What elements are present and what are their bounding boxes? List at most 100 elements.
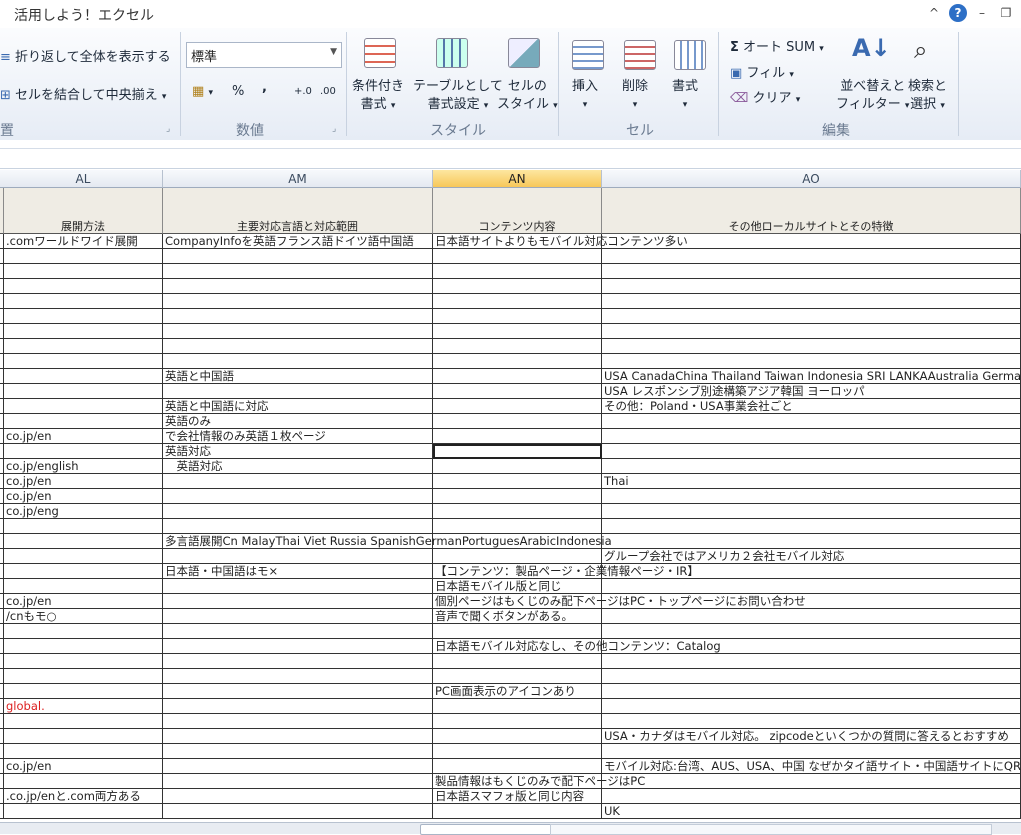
grid-cell[interactable]: co.jp/en <box>4 759 163 774</box>
sort-filter-button[interactable]: 並べ替えと フィルター ▾ <box>836 78 909 115</box>
grid-cell[interactable]: .comワールドワイド展開 <box>4 234 163 249</box>
grid-cell[interactable] <box>433 429 602 444</box>
grid-cell[interactable] <box>602 534 1021 549</box>
fill-button[interactable]: ▣ フィル ▾ <box>730 62 794 81</box>
grid-cell[interactable]: 英語と中国語 <box>163 369 433 384</box>
grid-cell[interactable] <box>602 429 1021 444</box>
grid-cell[interactable] <box>163 669 433 684</box>
grid-cell[interactable] <box>4 264 163 279</box>
grid-cell[interactable] <box>433 459 602 474</box>
grid-cell[interactable] <box>4 399 163 414</box>
grid-cell[interactable] <box>433 294 602 309</box>
comma-button[interactable]: , <box>262 80 267 95</box>
merge-center-button[interactable]: ⊞ セルを結合して中央揃え ▾ <box>0 84 166 103</box>
grid-cell[interactable] <box>602 654 1021 669</box>
grid-cell[interactable]: USA・カナダはモバイル対応。 zipcodeといくつかの質問に答えるとおすすめ <box>602 729 1021 744</box>
grid-cell[interactable] <box>602 279 1021 294</box>
grid-cell[interactable] <box>163 774 433 789</box>
grid-cell[interactable] <box>4 249 163 264</box>
grid-cell[interactable] <box>163 354 433 369</box>
grid-cell[interactable] <box>163 684 433 699</box>
grid-cell[interactable] <box>163 519 433 534</box>
grid-cell[interactable] <box>163 744 433 759</box>
help-icon[interactable]: ? <box>949 4 967 22</box>
grid-cell[interactable] <box>602 669 1021 684</box>
grid-cell[interactable] <box>433 714 602 729</box>
grid-cell[interactable] <box>433 744 602 759</box>
grid-cell[interactable]: 英語対応 <box>163 444 433 459</box>
grid-cell[interactable] <box>163 594 433 609</box>
grid-cell[interactable] <box>433 504 602 519</box>
grid-cell[interactable] <box>433 279 602 294</box>
grid-cell[interactable] <box>433 804 602 819</box>
grid-cell[interactable] <box>163 789 433 804</box>
grid-cell[interactable] <box>163 714 433 729</box>
grid-cell[interactable]: USA レスポンシブ別途構築アジア韓国 ヨーロッパ <box>602 384 1021 399</box>
grid-cell[interactable]: UK <box>602 804 1021 819</box>
format-as-table-button[interactable]: テーブルとして 書式設定 ▾ <box>413 78 503 115</box>
grid-cell[interactable] <box>4 549 163 564</box>
grid-cell[interactable]: 英語のみ <box>163 414 433 429</box>
grid-cell[interactable] <box>433 759 602 774</box>
grid-cell[interactable] <box>163 309 433 324</box>
grid-cell[interactable]: CompanyInfoを英語フランス語ドイツ語中国語 <box>163 234 433 249</box>
grid-cell[interactable] <box>163 339 433 354</box>
grid-cell[interactable]: 日本語サイトよりもモバイル対応コンテンツ多い <box>433 234 688 249</box>
grid-cell[interactable] <box>602 609 1021 624</box>
grid-cell[interactable] <box>602 354 1021 369</box>
grid-cell[interactable] <box>433 519 602 534</box>
grid-cell[interactable] <box>163 729 433 744</box>
grid-cell[interactable]: .co.jp/enと.com両方ある <box>4 789 163 804</box>
grid-cell[interactable] <box>163 294 433 309</box>
grid-cell[interactable] <box>163 639 433 654</box>
restore-icon[interactable]: ❐ <box>997 4 1015 22</box>
grid-cell[interactable] <box>602 309 1021 324</box>
grid-cell[interactable] <box>163 579 433 594</box>
grid-cell[interactable] <box>433 264 602 279</box>
grid-cell[interactable] <box>4 384 163 399</box>
header-cell-local-sites[interactable]: その他ローカルサイトとその特徴 <box>602 188 1021 234</box>
grid-cell[interactable] <box>163 324 433 339</box>
grid-cell[interactable] <box>602 684 1021 699</box>
grid-cell[interactable] <box>433 489 602 504</box>
grid-cell[interactable] <box>602 264 1021 279</box>
grid-cell[interactable] <box>602 774 1021 789</box>
grid-cell[interactable] <box>4 534 163 549</box>
grid-cell[interactable] <box>163 549 433 564</box>
grid-cell[interactable] <box>4 444 163 459</box>
minimize-icon[interactable]: – <box>973 4 991 22</box>
header-cell-contents[interactable]: コンテンツ内容 <box>433 188 602 234</box>
grid-cell[interactable] <box>433 354 602 369</box>
grid-cell[interactable] <box>433 654 602 669</box>
autosum-button[interactable]: Σ オート SUM ▾ <box>730 36 824 55</box>
grid-cell[interactable] <box>602 594 1021 609</box>
grid-cell[interactable] <box>433 399 602 414</box>
grid-cell[interactable] <box>602 579 1021 594</box>
grid-cell[interactable] <box>163 654 433 669</box>
header-cell-languages[interactable]: 主要対応言語と対応範囲 <box>163 188 433 234</box>
format-button[interactable]: 書式 ▾ <box>672 78 698 114</box>
grid-cell[interactable] <box>4 309 163 324</box>
grid-cell[interactable] <box>4 369 163 384</box>
grid-cell[interactable] <box>433 669 602 684</box>
grid-cell[interactable] <box>433 369 602 384</box>
grid-cell[interactable] <box>163 624 433 639</box>
dialog-launcher-icon[interactable]: ⌟ <box>166 124 170 134</box>
grid-cell[interactable] <box>4 684 163 699</box>
grid-cell[interactable]: co.jp/english <box>4 459 163 474</box>
grid-cell[interactable]: 日本語モバイル対応なし、その他コンテンツ：Catalog <box>433 639 721 654</box>
grid-cell[interactable]: co.jp/en <box>4 429 163 444</box>
grid-cell[interactable]: モバイル対応:台湾、AUS、USA、中国 なぜかタイ語サイト・中国語サイトにQR… <box>602 759 1021 774</box>
grid-cell[interactable]: 個別ページはもくじのみ配下ページはPC・トップページにお問い合わせ <box>433 594 806 609</box>
grid-cell[interactable] <box>602 234 1021 249</box>
grid-cell[interactable] <box>4 714 163 729</box>
dialog-launcher-icon[interactable]: ⌟ <box>332 124 336 134</box>
grid-cell[interactable] <box>163 699 433 714</box>
grid-cell[interactable] <box>602 504 1021 519</box>
grid-cell[interactable]: 多言語展開Cn MalayThai Viet Russia SpanishGer… <box>163 534 612 549</box>
column-header-al[interactable]: AL <box>4 170 163 188</box>
ribbon-minimize-icon[interactable]: ^ <box>925 4 943 22</box>
clear-button[interactable]: ⌫ クリア ▾ <box>730 87 800 106</box>
grid-cell[interactable] <box>602 459 1021 474</box>
currency-format-button[interactable]: ▦ ▾ <box>192 84 213 99</box>
